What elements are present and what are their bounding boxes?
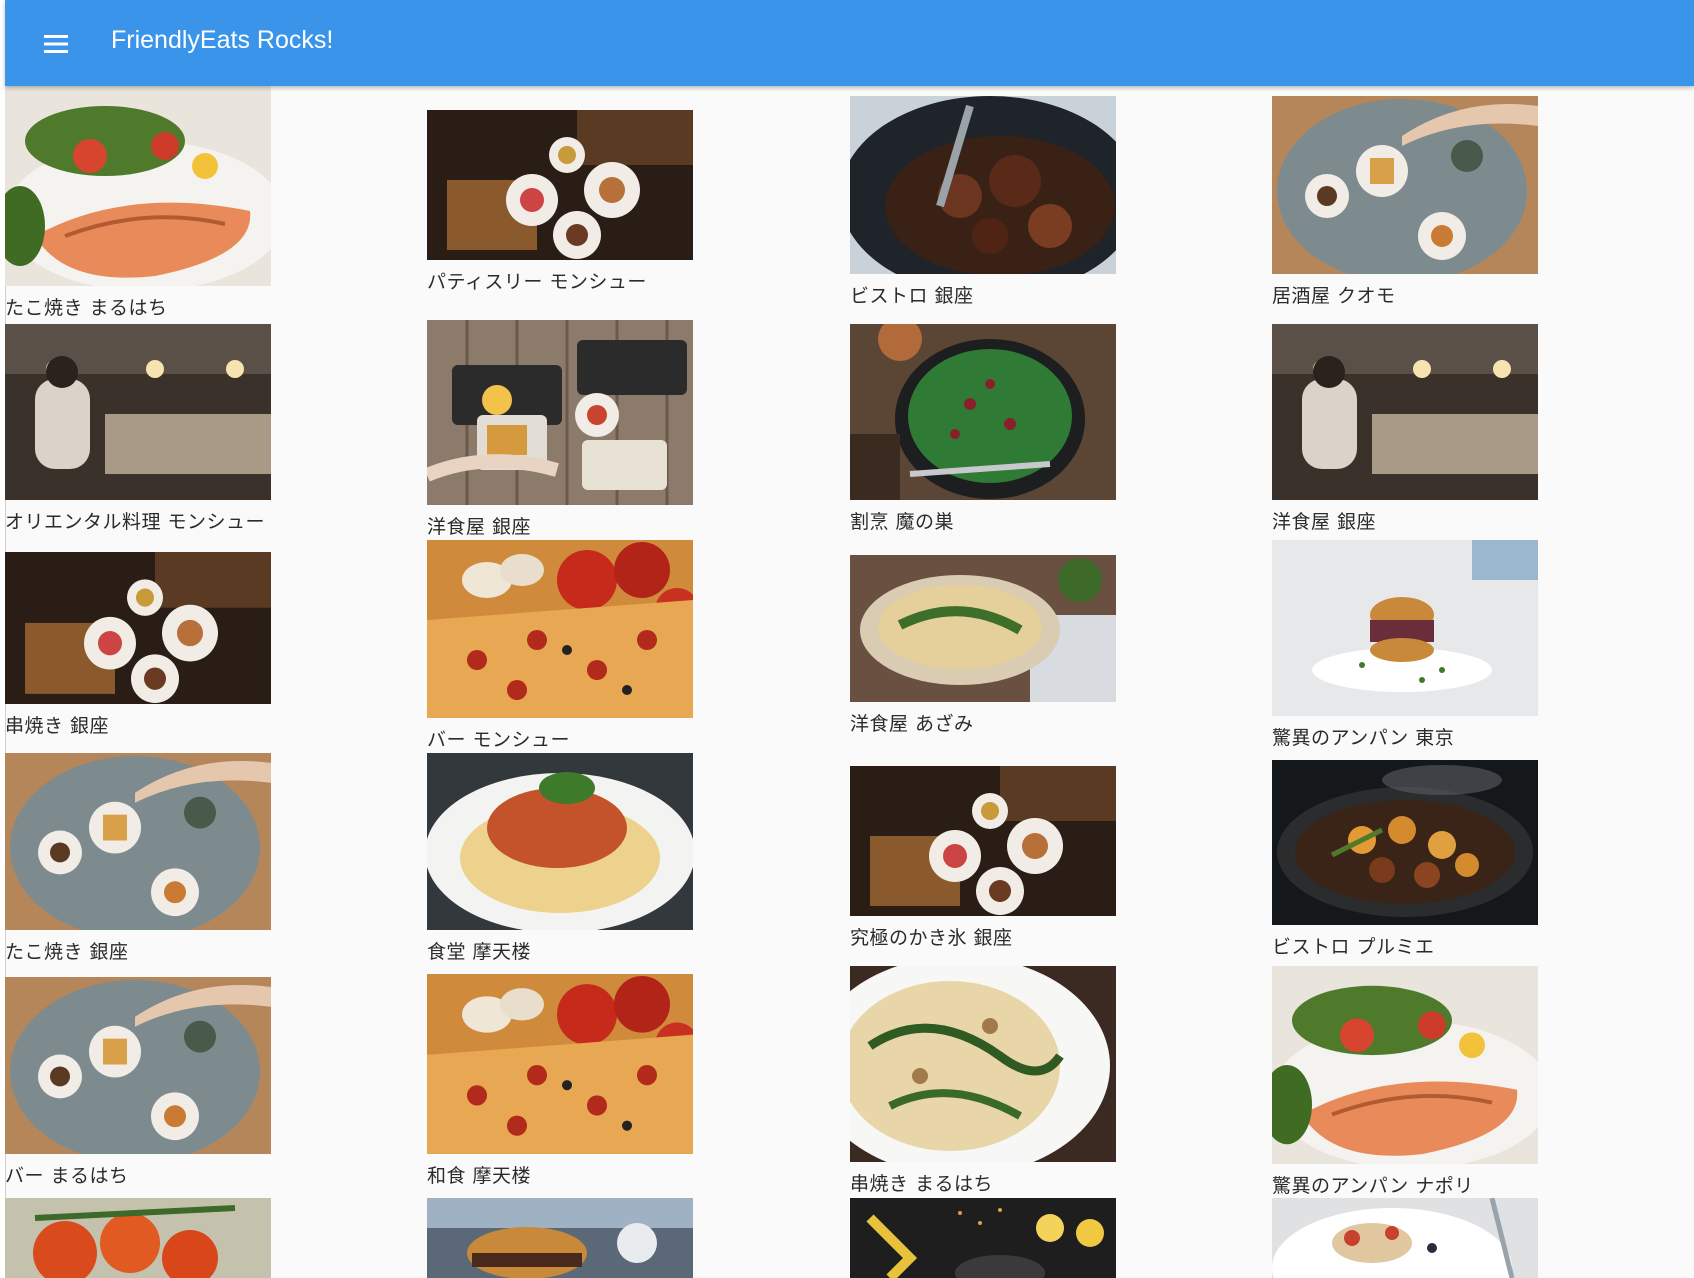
restaurant-photo[interactable] [427,974,693,1154]
restaurant-name[interactable]: 割烹 魔の巣 [850,507,954,534]
restaurant-name[interactable]: 居酒屋 クオモ [1272,281,1396,308]
restaurant-photo[interactable] [427,320,693,505]
restaurant-name[interactable]: 洋食屋 銀座 [427,512,531,539]
restaurant-name[interactable]: 洋食屋 あざみ [850,709,974,736]
restaurant-name[interactable]: 驚異のアンパン ナポリ [1272,1171,1474,1198]
restaurant-name[interactable]: 串焼き まるはち [850,1169,993,1196]
restaurant-name[interactable]: 驚異のアンパン 東京 [1272,723,1454,750]
restaurant-photo[interactable] [1272,324,1538,500]
restaurant-name[interactable]: オリエンタル料理 モンシュー [5,507,265,534]
restaurant-name[interactable]: バー まるはち [5,1161,129,1188]
restaurant-name[interactable]: たこ焼き 銀座 [5,937,129,964]
restaurant-photo[interactable] [850,766,1116,916]
restaurant-photo[interactable] [427,1198,693,1278]
restaurant-photo[interactable] [850,324,1116,500]
restaurant-photo[interactable] [1272,1198,1538,1278]
app-title: FriendlyEats Rocks! [111,26,334,54]
restaurant-name[interactable]: 究極のかき氷 銀座 [850,923,1013,950]
restaurant-name[interactable]: 洋食屋 銀座 [1272,507,1376,534]
restaurant-photo[interactable] [1272,760,1538,925]
restaurant-photo[interactable] [1272,540,1538,716]
restaurant-photo[interactable] [5,1198,271,1278]
restaurant-photo[interactable] [427,110,693,260]
restaurant-photo[interactable] [1272,966,1538,1164]
restaurant-photo[interactable] [850,96,1116,274]
restaurant-photo[interactable] [850,555,1116,702]
restaurant-photo[interactable] [427,753,693,930]
restaurant-name[interactable]: バー モンシュー [427,725,570,752]
restaurant-name[interactable]: 和食 摩天楼 [427,1161,531,1188]
restaurant-name[interactable]: 串焼き 銀座 [5,711,109,738]
restaurant-photo[interactable] [5,552,271,704]
restaurant-name[interactable]: ビストロ 銀座 [850,281,974,308]
restaurant-photo[interactable] [5,753,271,930]
menu-icon[interactable] [41,28,73,60]
restaurant-photo[interactable] [5,324,271,500]
restaurant-photo[interactable] [850,1198,1116,1278]
restaurant-photo[interactable] [427,540,693,718]
app-bar: FriendlyEats Rocks! [5,0,1694,86]
restaurant-name[interactable]: パティスリー モンシュー [427,267,647,294]
restaurant-photo[interactable] [5,86,271,286]
restaurant-photo[interactable] [1272,96,1538,274]
restaurant-photo[interactable] [5,977,271,1154]
restaurant-name[interactable]: ビストロ プルミエ [1272,932,1435,959]
restaurant-photo[interactable] [850,966,1116,1162]
restaurant-name[interactable]: たこ焼き まるはち [5,293,168,320]
restaurant-name[interactable]: 食堂 摩天楼 [427,937,531,964]
